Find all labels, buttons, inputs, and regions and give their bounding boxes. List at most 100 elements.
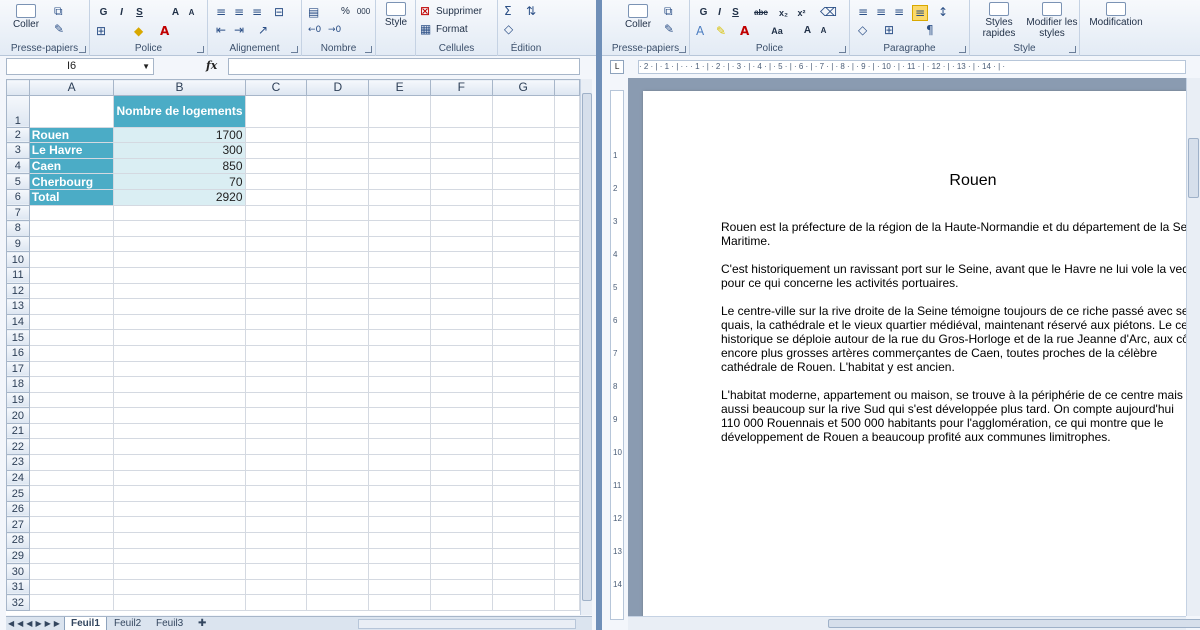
cell[interactable] — [113, 422, 246, 440]
cell[interactable] — [306, 204, 370, 222]
cell[interactable] — [430, 454, 493, 471]
cell[interactable] — [113, 407, 246, 424]
cell[interactable] — [28, 360, 115, 378]
cell[interactable] — [244, 126, 308, 144]
cell[interactable] — [491, 516, 555, 534]
cell[interactable] — [368, 142, 432, 159]
cell[interactable] — [553, 454, 580, 471]
cell[interactable] — [491, 360, 555, 378]
cell[interactable] — [553, 329, 580, 346]
cell[interactable] — [368, 516, 432, 534]
launcher-icon[interactable] — [959, 46, 966, 53]
value-cell[interactable]: 850 — [113, 157, 246, 175]
cell[interactable] — [113, 438, 246, 456]
cell[interactable] — [553, 422, 580, 440]
word-horizontal-scrollbar[interactable] — [628, 616, 1200, 630]
underline-button[interactable]: S — [132, 6, 147, 20]
cell[interactable] — [113, 500, 246, 518]
cell[interactable] — [28, 251, 115, 268]
cell[interactable] — [553, 344, 580, 362]
cell[interactable] — [430, 516, 493, 534]
sum-icon[interactable]: Σ — [504, 4, 512, 18]
cell[interactable] — [244, 251, 308, 268]
row-header[interactable]: 29 — [6, 547, 30, 565]
city-cell[interactable]: Caen — [28, 157, 115, 175]
column-header[interactable]: F — [430, 79, 493, 96]
decrease-decimal-icon[interactable]: →0 — [328, 23, 341, 37]
cell[interactable] — [553, 173, 580, 190]
cell[interactable] — [113, 266, 246, 284]
cell[interactable] — [113, 516, 246, 534]
cell[interactable] — [491, 344, 555, 362]
cell[interactable] — [244, 204, 308, 222]
cell[interactable] — [430, 157, 493, 175]
cell[interactable] — [430, 94, 493, 128]
cell[interactable] — [244, 454, 308, 471]
cell[interactable] — [491, 454, 555, 471]
align-right-icon[interactable]: ≡ — [894, 5, 904, 19]
cell[interactable] — [113, 298, 246, 315]
row-header[interactable]: 30 — [6, 563, 30, 580]
launcher-icon[interactable] — [1069, 46, 1076, 53]
document-page[interactable]: Rouen Rouen est la préfecture de la régi… — [643, 91, 1186, 616]
row-header[interactable]: 8 — [6, 220, 30, 237]
row-header[interactable]: 25 — [6, 485, 30, 502]
new-sheet-icon[interactable]: ✚ — [192, 617, 212, 630]
cell[interactable] — [244, 142, 308, 159]
highlight-icon[interactable]: ✎ — [716, 24, 726, 38]
cell[interactable] — [553, 282, 580, 300]
cell[interactable] — [491, 173, 555, 190]
cell[interactable] — [28, 391, 115, 409]
scroll-thumb[interactable] — [828, 619, 1200, 628]
value-cell[interactable]: 2920 — [113, 188, 246, 206]
clear-icon[interactable]: ◇ — [504, 22, 513, 36]
align-left-icon[interactable]: ≡ — [216, 5, 226, 19]
sheet-tab-feuil1[interactable]: Feuil1 — [64, 617, 107, 630]
cell[interactable] — [553, 563, 580, 580]
cell[interactable] — [430, 204, 493, 222]
cell[interactable] — [491, 407, 555, 424]
cell[interactable] — [244, 298, 308, 315]
cell[interactable] — [430, 594, 493, 611]
cell[interactable] — [28, 94, 115, 128]
cell[interactable] — [430, 235, 493, 253]
cell[interactable] — [28, 438, 115, 456]
cell[interactable] — [28, 516, 115, 534]
excel-horizontal-scrollbar[interactable] — [358, 619, 576, 629]
cell[interactable] — [113, 532, 246, 549]
row-header[interactable]: 22 — [6, 438, 30, 456]
underline-button[interactable]: S — [728, 6, 743, 20]
cell[interactable] — [244, 235, 308, 253]
cell[interactable] — [306, 516, 370, 534]
fx-icon[interactable]: fx — [206, 59, 217, 72]
grow-font-button[interactable]: A — [800, 24, 815, 38]
cell[interactable] — [306, 438, 370, 456]
column-header[interactable]: E — [368, 79, 432, 96]
cell[interactable] — [306, 157, 370, 175]
row-header[interactable]: 15 — [6, 329, 30, 346]
word-paste-button[interactable]: Coller — [618, 4, 658, 30]
city-cell[interactable]: Total — [28, 188, 115, 206]
cell[interactable] — [113, 594, 246, 611]
row-header[interactable]: 20 — [6, 407, 30, 424]
cell[interactable] — [113, 204, 246, 222]
row-header[interactable]: 18 — [6, 376, 30, 393]
cell[interactable] — [491, 94, 555, 128]
name-box[interactable]: I6 ▼ — [6, 58, 154, 75]
cell[interactable] — [306, 407, 370, 424]
cell[interactable] — [491, 126, 555, 144]
cell[interactable] — [430, 298, 493, 315]
cell[interactable] — [553, 578, 580, 596]
format-painter-icon[interactable]: ✎ — [54, 22, 64, 36]
cell[interactable] — [553, 438, 580, 456]
cell[interactable] — [244, 438, 308, 456]
cell[interactable] — [28, 220, 115, 237]
row-header[interactable]: 3 — [6, 142, 30, 159]
cell[interactable] — [368, 220, 432, 237]
cell[interactable] — [368, 360, 432, 378]
change-styles-button[interactable]: Modifier les styles — [1026, 2, 1078, 39]
cell[interactable] — [430, 188, 493, 206]
cell[interactable] — [491, 282, 555, 300]
cell[interactable] — [306, 173, 370, 190]
increase-decimal-icon[interactable]: ←0 — [308, 23, 321, 37]
